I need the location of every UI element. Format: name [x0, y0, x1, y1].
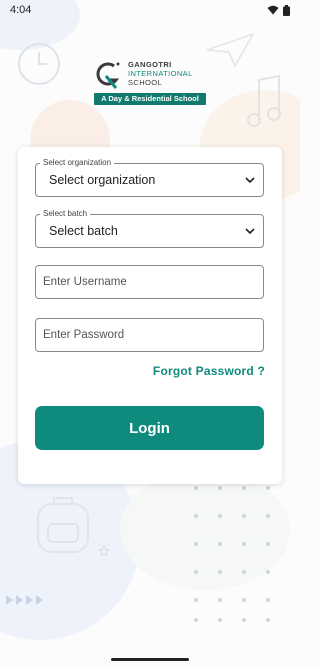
forgot-password-link[interactable]: Forgot Password ? — [153, 364, 265, 378]
battery-icon — [283, 4, 290, 16]
school-logo: GANGOTRI INTERNATIONAL SCHOOL A Day & Re… — [94, 60, 209, 108]
chevron-down-icon — [245, 177, 255, 184]
clock-doodle-icon — [18, 43, 60, 85]
status-icons — [267, 4, 290, 16]
paper-plane-doodle-icon — [206, 32, 255, 68]
password-input[interactable]: Enter Password — [35, 318, 264, 352]
arrows-decoration — [6, 595, 43, 605]
music-note-doodle-icon — [247, 74, 281, 127]
school-tagline: A Day & Residential School — [94, 93, 206, 105]
batch-select-value: Select batch — [49, 224, 118, 238]
organization-select[interactable]: Select organization Select organization — [35, 157, 264, 197]
username-input[interactable]: Enter Username — [35, 265, 264, 299]
home-gesture-bar[interactable] — [111, 658, 189, 661]
star-doodle-icon — [98, 545, 110, 557]
school-name-line1: GANGOTRI — [128, 60, 172, 69]
school-name-line3: SCHOOL — [128, 78, 163, 87]
username-placeholder: Enter Username — [43, 276, 127, 288]
wifi-icon — [267, 5, 279, 15]
dot-grid-decoration — [194, 486, 270, 622]
login-button[interactable]: Login — [35, 406, 264, 450]
status-bar: 4:04 — [0, 0, 300, 20]
backpack-doodle-icon — [37, 497, 89, 553]
school-name-line2: INTERNATIONAL — [128, 69, 193, 78]
organization-select-label: Select organization — [40, 157, 115, 169]
school-name: GANGOTRI INTERNATIONAL SCHOOL — [128, 60, 193, 87]
batch-select[interactable]: Select batch Select batch — [35, 208, 264, 248]
organization-select-value: Select organization — [49, 173, 156, 187]
school-logo-mark-icon — [96, 62, 120, 89]
chevron-down-icon — [245, 228, 255, 235]
login-card: Select organization Select organization … — [18, 147, 282, 484]
status-time: 4:04 — [10, 4, 32, 16]
password-placeholder: Enter Password — [43, 329, 125, 341]
batch-select-label: Select batch — [40, 208, 91, 220]
